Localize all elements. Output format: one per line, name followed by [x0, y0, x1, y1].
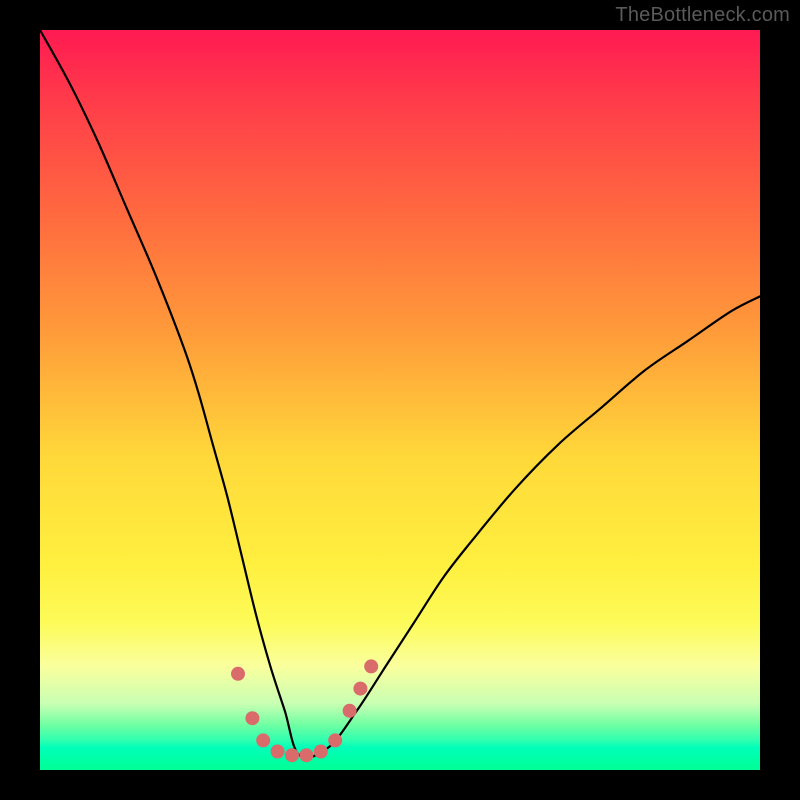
marker-point: [299, 748, 313, 762]
marker-point: [285, 748, 299, 762]
plot-area: [40, 30, 760, 770]
curve-svg: [40, 30, 760, 770]
bottleneck-curve: [40, 30, 760, 758]
watermark-text: TheBottleneck.com: [615, 4, 790, 27]
marker-point: [314, 745, 328, 759]
marker-point: [343, 704, 357, 718]
marker-group: [231, 659, 378, 762]
marker-point: [364, 659, 378, 673]
chart-frame: TheBottleneck.com: [0, 0, 800, 800]
marker-point: [256, 733, 270, 747]
marker-point: [353, 682, 367, 696]
marker-point: [231, 667, 245, 681]
marker-point: [328, 733, 342, 747]
marker-point: [245, 711, 259, 725]
marker-point: [271, 745, 285, 759]
